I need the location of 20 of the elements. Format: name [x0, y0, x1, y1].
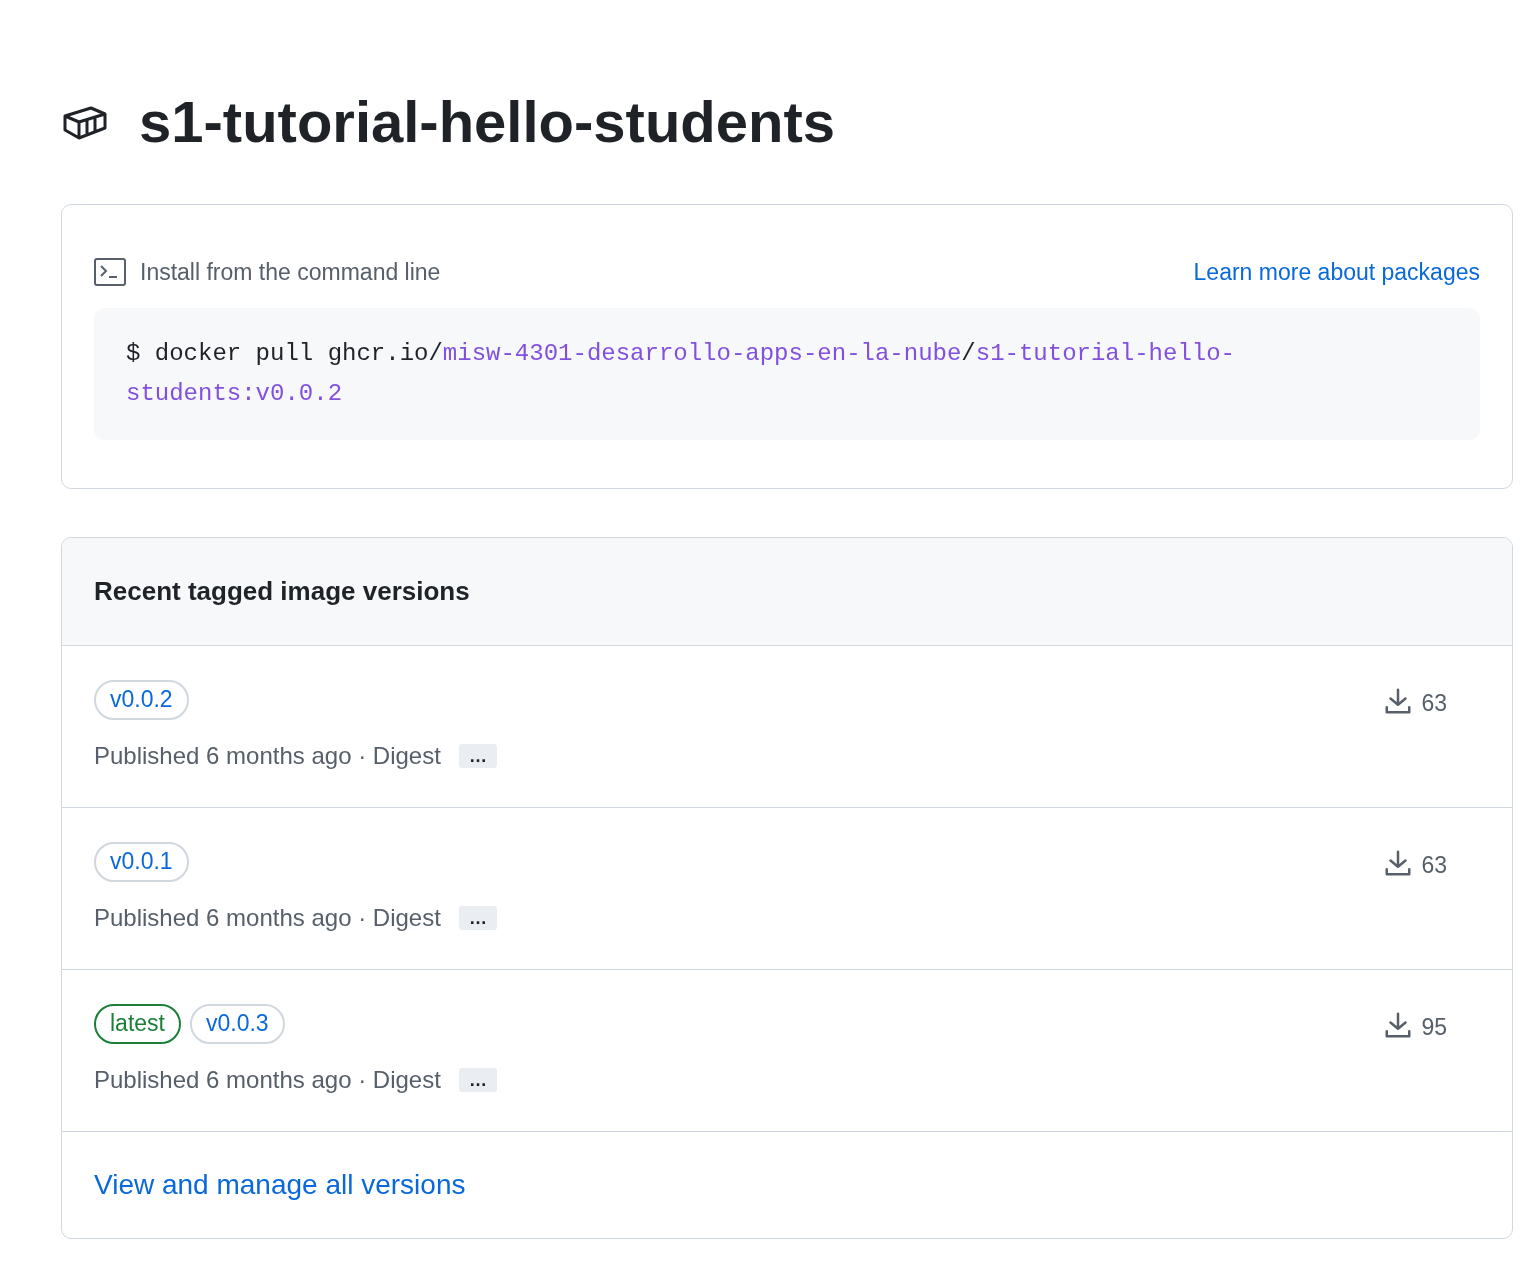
more-button[interactable]: …: [458, 905, 497, 930]
docker-command: $ docker pull ghcr.io/misw-4301-desarrollo-apps-en-la-nube/s1-tutorial-hello-students:v0.0.2: [126, 338, 1236, 409]
version-tag[interactable]: v0.0.1: [94, 841, 189, 882]
download-count: 63: [1421, 850, 1447, 880]
view-all-versions-link[interactable]: View and manage all versions: [94, 1163, 466, 1206]
learn-more-link[interactable]: Learn more about packages: [1193, 255, 1480, 290]
version-tag[interactable]: v0.0.2: [94, 679, 189, 720]
versions-heading: Recent tagged image versions: [94, 574, 470, 608]
published-info: Published 6 months ago · Digest: [94, 740, 441, 771]
more-button[interactable]: …: [458, 1067, 497, 1092]
version-tag[interactable]: latest: [94, 1003, 181, 1044]
download-count: 63: [1421, 688, 1447, 718]
download-count: 95: [1421, 1012, 1447, 1042]
install-label: Install from the command line: [140, 258, 441, 287]
version-tag[interactable]: v0.0.3: [190, 1003, 285, 1044]
terminal-icon: [94, 258, 126, 287]
published-info: Published 6 months ago · Digest: [94, 1064, 441, 1095]
package-title: s1-tutorial-hello-students: [139, 88, 836, 156]
more-button[interactable]: …: [458, 743, 497, 768]
published-info: Published 6 months ago · Digest: [94, 902, 441, 933]
